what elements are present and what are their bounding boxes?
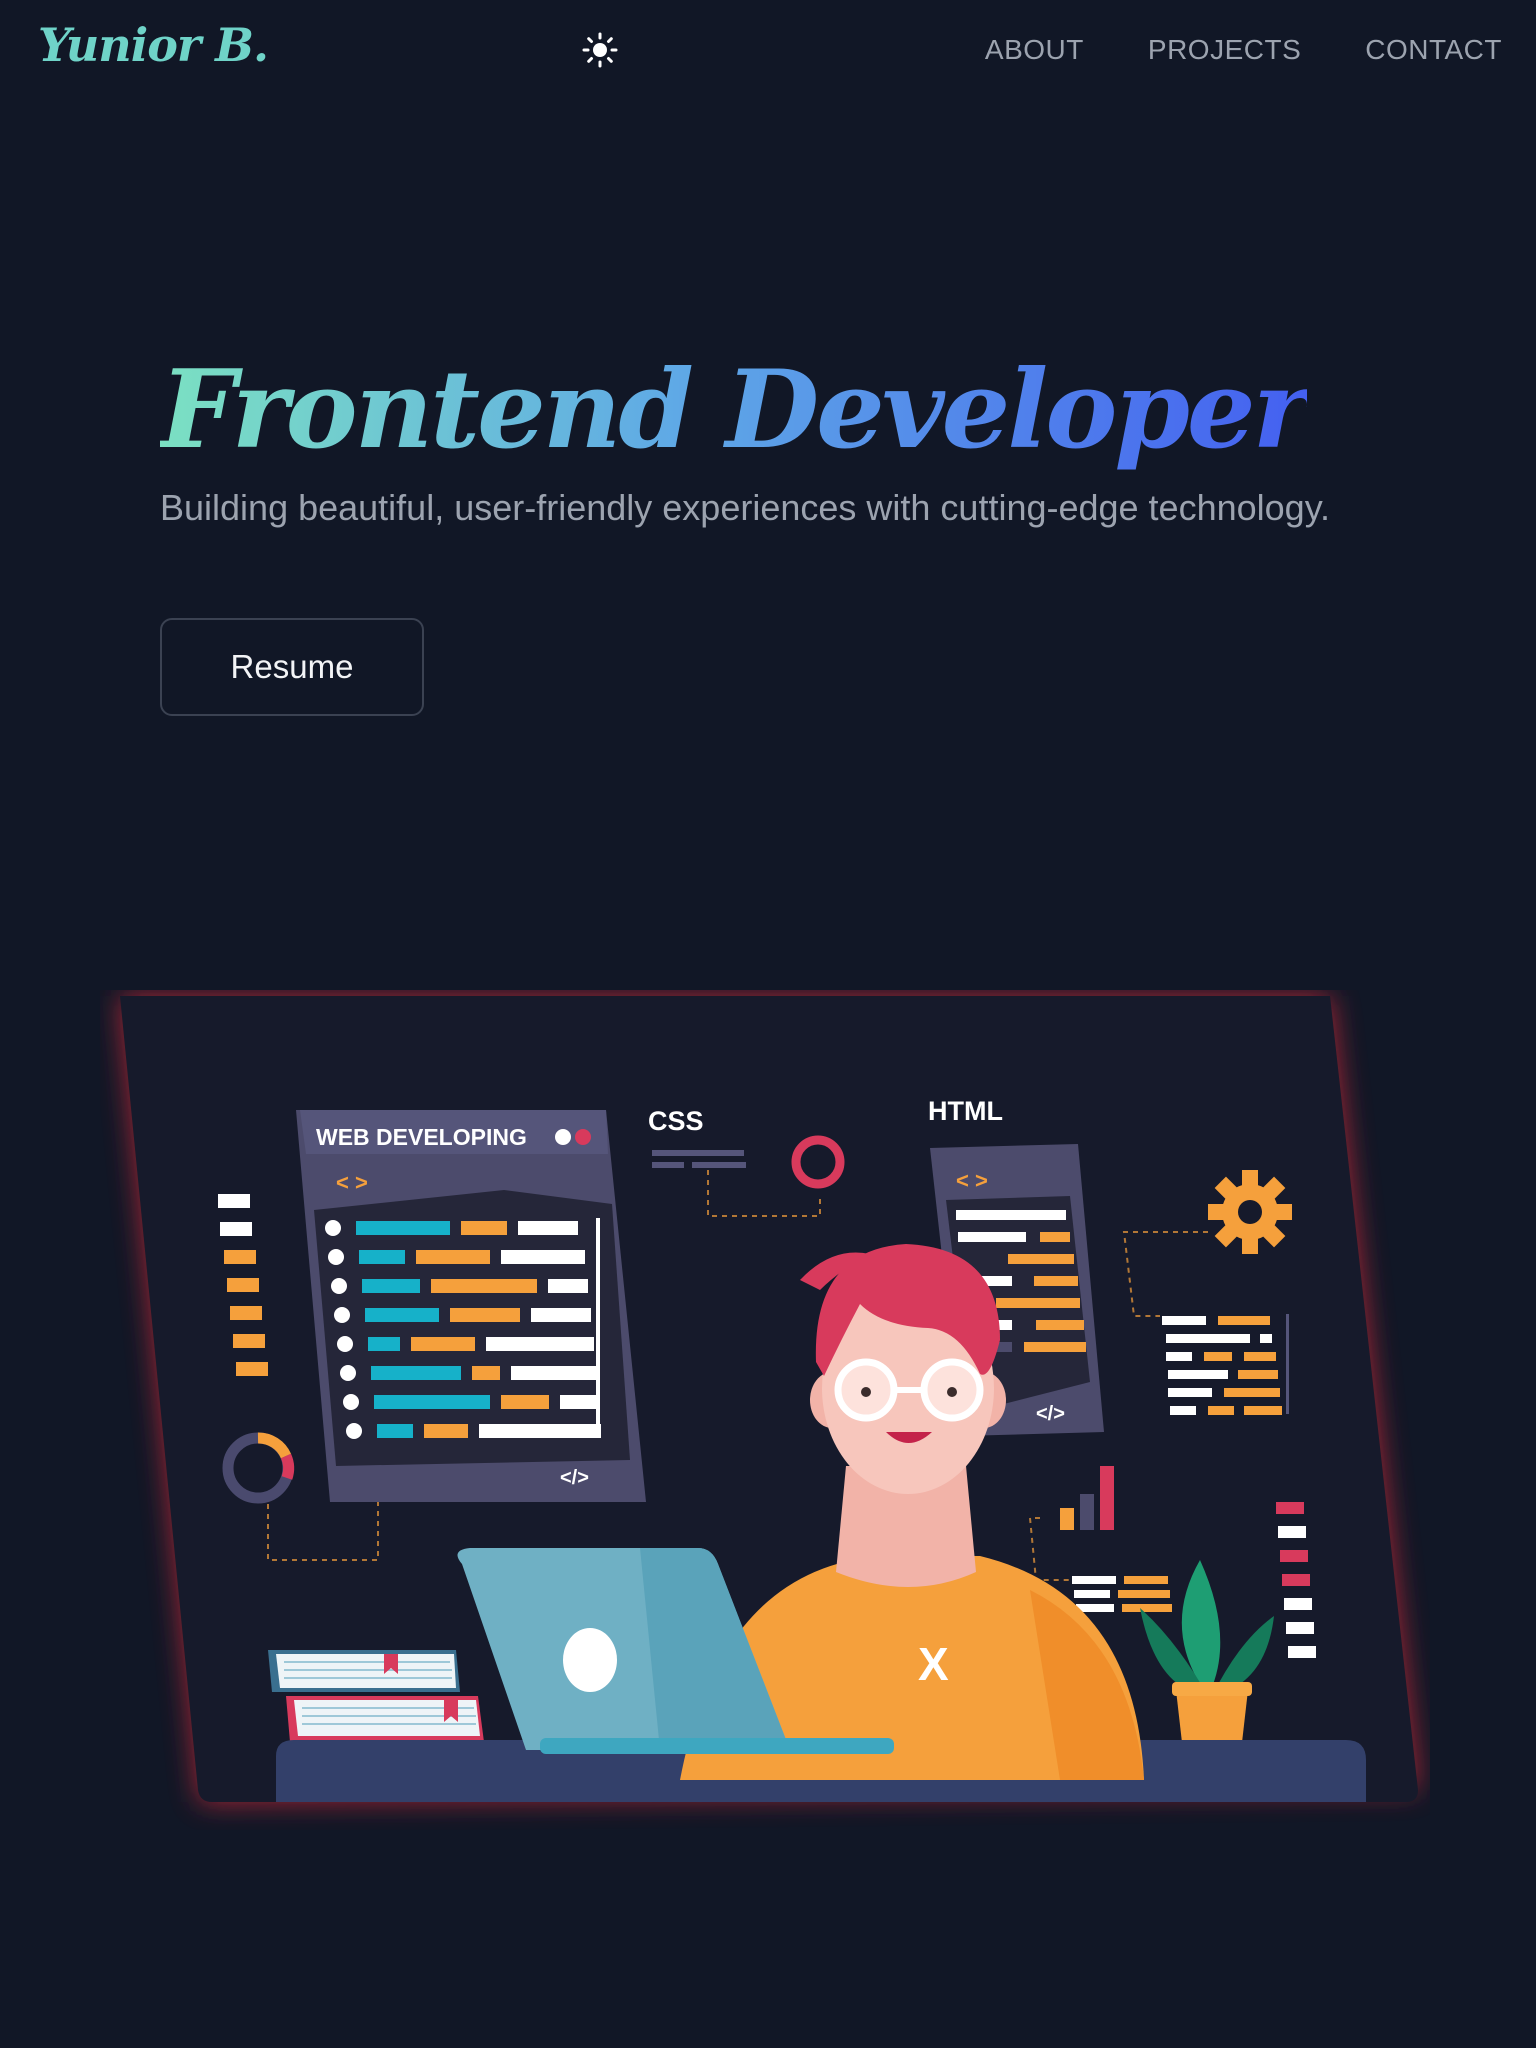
developer-illustration: WEB DEVELOPING < > </> CSS HTML < > </> … — [100, 990, 1430, 1830]
nav-link-projects[interactable]: PROJECTS — [1148, 34, 1301, 66]
html-close-tag: </> — [1036, 1403, 1065, 1425]
theme-toggle-button[interactable] — [580, 30, 620, 70]
panel-open-tag: < > — [336, 1170, 368, 1195]
sun-icon — [582, 32, 618, 68]
hero-subtitle: Building beautiful, user-friendly experi… — [160, 487, 1331, 528]
gear-icon — [1208, 1170, 1292, 1254]
nav-link-contact[interactable]: CONTACT — [1365, 34, 1502, 66]
panel-title: WEB DEVELOPING — [316, 1124, 527, 1150]
web-developing-panel: WEB DEVELOPING < > </> — [296, 1110, 646, 1502]
navbar: Yunior B. ABOUT PROJECTS CONTACT — [0, 0, 1536, 104]
hero-title: Frontend Developer — [160, 340, 1309, 480]
resume-button[interactable]: Resume — [160, 618, 424, 716]
panel-close-tag: </> — [560, 1467, 589, 1489]
nav-links: ABOUT PROJECTS CONTACT — [985, 34, 1502, 66]
shirt-letter: X — [918, 1638, 949, 1690]
css-label: CSS — [648, 1106, 704, 1136]
book-stack — [268, 1650, 484, 1742]
hero-section: Frontend Developer Building beautiful, u… — [160, 340, 1360, 716]
html-open-tag: < > — [956, 1168, 988, 1193]
html-label: HTML — [928, 1096, 1003, 1126]
brand-logo[interactable]: Yunior B. — [38, 18, 269, 72]
nav-link-about[interactable]: ABOUT — [985, 34, 1084, 66]
